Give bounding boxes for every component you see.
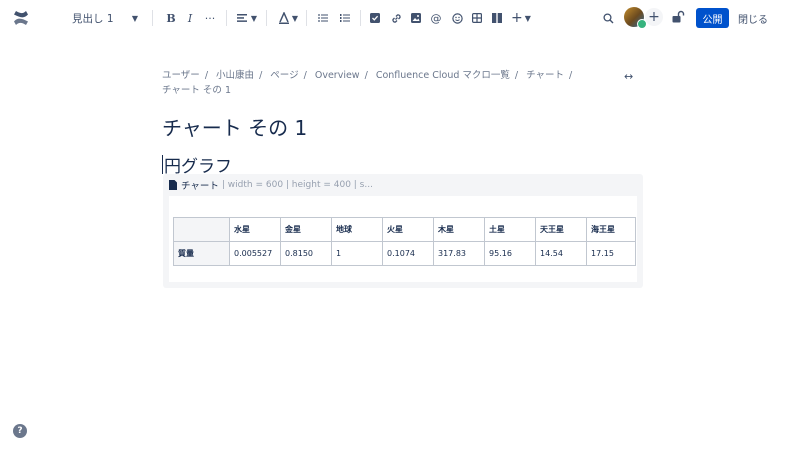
toolbar-divider xyxy=(306,10,307,26)
table-header-cell[interactable]: 地球 xyxy=(331,217,383,242)
chevron-down-icon: ▼ xyxy=(524,13,531,23)
macro-name: チャート xyxy=(181,181,219,192)
data-table: 水星 金星 地球 火星 木星 土星 天王星 海王星 質量 0.005527 0.… xyxy=(173,217,636,266)
chevron-down-icon: ▼ xyxy=(250,13,258,23)
table-header-cell[interactable]: 水星 xyxy=(229,217,281,242)
breadcrumb-item[interactable]: ページ xyxy=(270,70,298,81)
chevron-down-icon: ▼ xyxy=(131,13,138,23)
help-icon[interactable]: ? xyxy=(13,424,27,438)
unlock-icon[interactable] xyxy=(671,10,685,24)
insert-more-button[interactable]: + ▼ xyxy=(510,8,532,28)
plus-icon: + xyxy=(648,9,660,25)
more-formatting-button[interactable]: ··· xyxy=(202,8,218,28)
table-icon xyxy=(472,13,482,23)
breadcrumb-item[interactable]: Confluence Cloud マクロ一覧 xyxy=(376,70,510,81)
align-left-icon xyxy=(236,14,247,22)
text-color-button[interactable]: ▼ xyxy=(276,8,300,28)
plus-icon: + xyxy=(511,10,523,26)
breadcrumb-item[interactable]: チャート その 1 xyxy=(162,85,231,96)
table-cell[interactable]: 0.8150 xyxy=(280,241,332,266)
table-header-cell[interactable]: 土星 xyxy=(484,217,536,242)
mention-button[interactable]: @ xyxy=(429,8,443,28)
task-list-button[interactable] xyxy=(368,8,382,28)
confluence-logo-icon[interactable] xyxy=(12,9,30,27)
chart-macro[interactable]: チャート | width = 600 | height = 400 | s...… xyxy=(163,174,643,288)
table-header-cell[interactable]: 海王星 xyxy=(586,217,636,242)
layout-button[interactable] xyxy=(490,8,504,28)
text-style-label: 見出し 1 xyxy=(72,12,114,25)
toolbar-divider xyxy=(360,10,361,26)
toolbar-divider xyxy=(266,10,267,26)
toolbar-divider xyxy=(152,10,153,26)
table-header-cell[interactable] xyxy=(173,217,230,242)
table-header-cell[interactable]: 火星 xyxy=(382,217,434,242)
breadcrumb-item[interactable]: 小山康由 xyxy=(216,70,254,81)
table-cell[interactable]: 0.005527 xyxy=(229,241,281,266)
table-cell[interactable]: 317.83 xyxy=(433,241,485,266)
table-row: 質量 0.005527 0.8150 1 0.1074 317.83 95.16… xyxy=(173,241,636,266)
table-button[interactable] xyxy=(470,8,484,28)
alignment-button[interactable]: ▼ xyxy=(236,8,258,28)
breadcrumb: ユーザー / 小山康由 / ページ / Overview / Confluence Cl… xyxy=(162,70,573,96)
invite-button[interactable]: + xyxy=(645,8,663,26)
search-icon xyxy=(602,12,613,23)
columns-icon xyxy=(492,13,502,23)
macro-header[interactable]: チャート | width = 600 | height = 400 | s... xyxy=(169,178,373,192)
image-icon xyxy=(411,13,421,23)
table-cell[interactable]: 0.1074 xyxy=(382,241,434,266)
publish-button[interactable]: 公開 xyxy=(696,8,729,28)
numbered-list-icon xyxy=(340,14,350,22)
table-header-cell[interactable]: 金星 xyxy=(280,217,332,242)
bold-button[interactable]: B xyxy=(164,8,178,28)
expand-width-icon: ↔ xyxy=(624,70,634,83)
link-button[interactable] xyxy=(389,8,403,28)
table-row-header[interactable]: 質量 xyxy=(173,241,230,266)
page-width-toggle[interactable]: ↔ xyxy=(624,70,633,83)
breadcrumb-item[interactable]: Overview xyxy=(315,70,360,81)
italic-button[interactable]: I xyxy=(183,8,197,28)
table-cell[interactable]: 17.15 xyxy=(586,241,636,266)
editor-toolbar: 見出し 1 ▼ B I ··· ▼ ▼ @ + ▼ + 公開 閉じる xyxy=(0,0,800,36)
macro-body: 水星 金星 地球 火星 木星 土星 天王星 海王星 質量 0.005527 0.… xyxy=(169,196,637,282)
table-header-cell[interactable]: 天王星 xyxy=(535,217,587,242)
breadcrumb-item[interactable]: ユーザー xyxy=(162,70,200,81)
breadcrumb-item[interactable]: チャート xyxy=(526,70,564,81)
bullet-list-button[interactable] xyxy=(316,8,330,28)
close-button[interactable]: 閉じる xyxy=(736,8,770,28)
emoji-icon xyxy=(451,12,463,24)
table-cell[interactable]: 14.54 xyxy=(535,241,587,266)
text-color-icon xyxy=(278,12,289,24)
document-icon xyxy=(169,180,177,190)
table-cell[interactable]: 1 xyxy=(331,241,383,266)
text-cursor xyxy=(162,155,163,174)
chevron-down-icon: ▼ xyxy=(291,13,299,23)
toolbar-divider xyxy=(226,10,227,26)
macro-params: | width = 600 | height = 400 | s... xyxy=(221,180,373,190)
table-header-row: 水星 金星 地球 火星 木星 土星 天王星 海王星 xyxy=(173,217,636,242)
table-header-cell[interactable]: 木星 xyxy=(433,217,485,242)
image-button[interactable] xyxy=(409,8,423,28)
link-icon xyxy=(391,13,401,23)
emoji-button[interactable] xyxy=(450,8,464,28)
text-style-dropdown[interactable]: 見出し 1 ▼ xyxy=(66,8,144,28)
checkbox-icon xyxy=(370,13,380,23)
numbered-list-button[interactable] xyxy=(338,8,352,28)
bullet-list-icon xyxy=(318,14,328,22)
page-title[interactable]: チャート その 1 xyxy=(162,112,307,141)
find-button[interactable] xyxy=(601,8,615,28)
table-cell[interactable]: 95.16 xyxy=(484,241,536,266)
